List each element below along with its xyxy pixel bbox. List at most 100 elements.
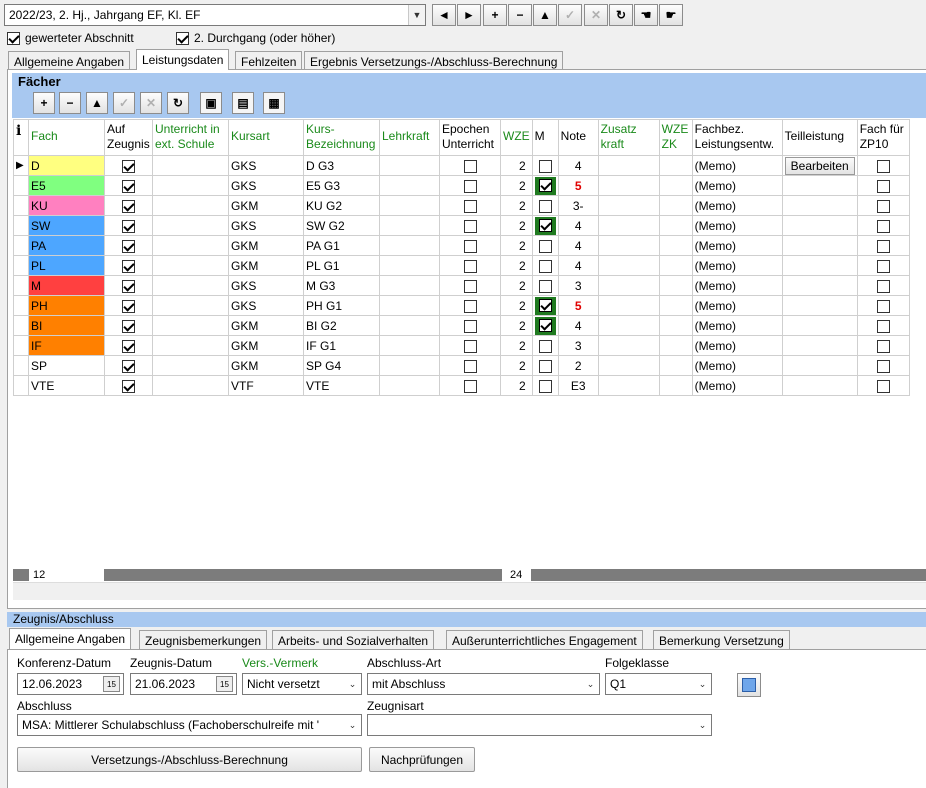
zusatzkraft-cell[interactable] (597, 175, 660, 196)
nachpruefungen-button[interactable]: Nachprüfungen (369, 747, 475, 772)
wze-cell[interactable]: 2 (500, 195, 533, 216)
ztab-arbeits-sozialverhalten[interactable]: Arbeits- und Sozialverhalten (272, 630, 435, 649)
epochen-cell[interactable] (439, 235, 501, 256)
wze-zk-cell[interactable] (658, 275, 693, 296)
teilleistung-cell[interactable] (781, 375, 858, 396)
teilleistung-cell[interactable] (781, 335, 858, 356)
zp10-cell[interactable] (856, 155, 910, 176)
table-row[interactable]: SW GKS SW G2 2 4 (Memo) (13, 215, 910, 236)
teilleistung-cell[interactable] (781, 215, 858, 236)
m-cell[interactable] (531, 315, 559, 336)
table-row[interactable]: ▶ D GKS D G3 2 4 (Memo) Bearbeiten (13, 155, 910, 176)
ext-schule-cell[interactable] (152, 275, 229, 296)
m-checkbox[interactable] (538, 319, 552, 332)
auf-zeugnis-checkbox[interactable] (122, 379, 135, 393)
wze-zk-cell[interactable] (658, 215, 693, 236)
epochen-checkbox[interactable] (463, 299, 477, 313)
zusatzkraft-cell[interactable] (597, 195, 660, 216)
epochen-cell[interactable] (439, 335, 501, 356)
wze-cell[interactable]: 2 (500, 355, 533, 376)
tab-allgemeine-angaben[interactable]: Allgemeine Angaben (8, 51, 131, 70)
row-indicator[interactable]: ▶ (13, 155, 29, 176)
memo-cell[interactable]: (Memo) (691, 255, 783, 276)
zp10-checkbox[interactable] (876, 219, 890, 233)
lehrkraft-cell[interactable] (379, 315, 440, 336)
nav-point-left-button[interactable]: ☚ (634, 4, 658, 26)
ext-schule-cell[interactable] (152, 335, 229, 356)
fach-cell[interactable]: PH (28, 295, 105, 316)
nav-up-button[interactable]: ▲ (533, 4, 557, 26)
nav-cancel-button[interactable]: ✕ (584, 4, 608, 26)
m-checkbox[interactable] (538, 179, 552, 192)
auf-zeugnis-cell[interactable] (104, 295, 153, 316)
row-indicator[interactable] (13, 175, 29, 196)
abschluss-art-combo[interactable]: mit Abschluss ⌄ (367, 673, 600, 695)
ext-schule-cell[interactable] (152, 235, 229, 256)
kurs-cell[interactable]: VTE (303, 375, 380, 396)
ext-schule-cell[interactable] (152, 195, 229, 216)
wze-cell[interactable]: 2 (500, 235, 533, 256)
auf-zeugnis-cell[interactable] (104, 335, 153, 356)
m-checkbox[interactable] (538, 199, 552, 213)
lehrkraft-cell[interactable] (379, 195, 440, 216)
m-cell[interactable] (531, 155, 559, 176)
faecher-delete-doc-button[interactable]: ▣ (200, 92, 222, 114)
note-cell[interactable]: 4 (557, 255, 599, 276)
m-cell[interactable] (531, 375, 559, 396)
note-cell[interactable]: 3 (557, 335, 599, 356)
kursart-cell[interactable]: GKM (228, 315, 304, 336)
zusatzkraft-cell[interactable] (597, 275, 660, 296)
zp10-cell[interactable] (856, 215, 910, 236)
epochen-cell[interactable] (439, 315, 501, 336)
zp10-checkbox[interactable] (876, 379, 890, 393)
wze-cell[interactable]: 2 (500, 155, 533, 176)
bearbeiten-button[interactable]: Bearbeiten (784, 156, 855, 175)
auf-zeugnis-checkbox[interactable] (122, 299, 135, 313)
zp10-cell[interactable] (856, 195, 910, 216)
lehrkraft-cell[interactable] (379, 255, 440, 276)
header-zusatzkraft[interactable]: Zusatz kraft (597, 119, 660, 156)
wze-cell[interactable]: 2 (500, 255, 533, 276)
wze-zk-cell[interactable] (658, 235, 693, 256)
zp10-cell[interactable] (856, 255, 910, 276)
gewertet-checkbox-row[interactable]: gewerteter Abschnitt (7, 31, 134, 45)
kursart-cell[interactable]: GKM (228, 235, 304, 256)
zp10-cell[interactable] (856, 235, 910, 256)
table-row[interactable]: VTE VTF VTE 2 E3 (Memo) (13, 375, 910, 396)
kursart-cell[interactable]: GKS (228, 175, 304, 196)
teilleistung-cell[interactable] (781, 195, 858, 216)
ext-schule-cell[interactable] (152, 315, 229, 336)
kurs-cell[interactable]: M G3 (303, 275, 380, 296)
epochen-checkbox[interactable] (463, 339, 477, 353)
horizontal-scrollbar[interactable] (13, 582, 926, 600)
note-cell[interactable]: 4 (557, 155, 599, 176)
fach-cell[interactable]: PL (28, 255, 105, 276)
lehrkraft-cell[interactable] (379, 235, 440, 256)
kursart-cell[interactable]: GKM (228, 255, 304, 276)
konferenz-date-field[interactable]: 12.06.2023 15 (17, 673, 124, 695)
ztab-engagement[interactable]: Außerunterrichtliches Engagement (446, 630, 643, 649)
nav-add-button[interactable]: + (483, 4, 507, 26)
auf-zeugnis-checkbox[interactable] (122, 239, 135, 253)
faecher-cancel-button[interactable]: ✕ (140, 92, 162, 114)
epochen-cell[interactable] (439, 175, 501, 196)
note-cell[interactable]: 3- (557, 195, 599, 216)
wze-zk-cell[interactable] (658, 295, 693, 316)
memo-cell[interactable]: (Memo) (691, 175, 783, 196)
wze-cell[interactable]: 2 (500, 335, 533, 356)
wze-cell[interactable]: 2 (500, 295, 533, 316)
auf-zeugnis-cell[interactable] (104, 375, 153, 396)
table-row[interactable]: M GKS M G3 2 3 (Memo) (13, 275, 910, 296)
kurs-cell[interactable]: SP G4 (303, 355, 380, 376)
zp10-cell[interactable] (856, 295, 910, 316)
kursart-cell[interactable]: GKM (228, 355, 304, 376)
lehrkraft-cell[interactable] (379, 295, 440, 316)
m-checkbox[interactable] (538, 259, 552, 273)
teilleistung-cell[interactable] (781, 235, 858, 256)
kurs-cell[interactable]: PA G1 (303, 235, 380, 256)
m-checkbox[interactable] (538, 159, 552, 173)
m-checkbox[interactable] (538, 299, 552, 312)
ext-schule-cell[interactable] (152, 355, 229, 376)
memo-cell[interactable]: (Memo) (691, 155, 783, 176)
nav-first-button[interactable]: ◄ (432, 4, 456, 26)
